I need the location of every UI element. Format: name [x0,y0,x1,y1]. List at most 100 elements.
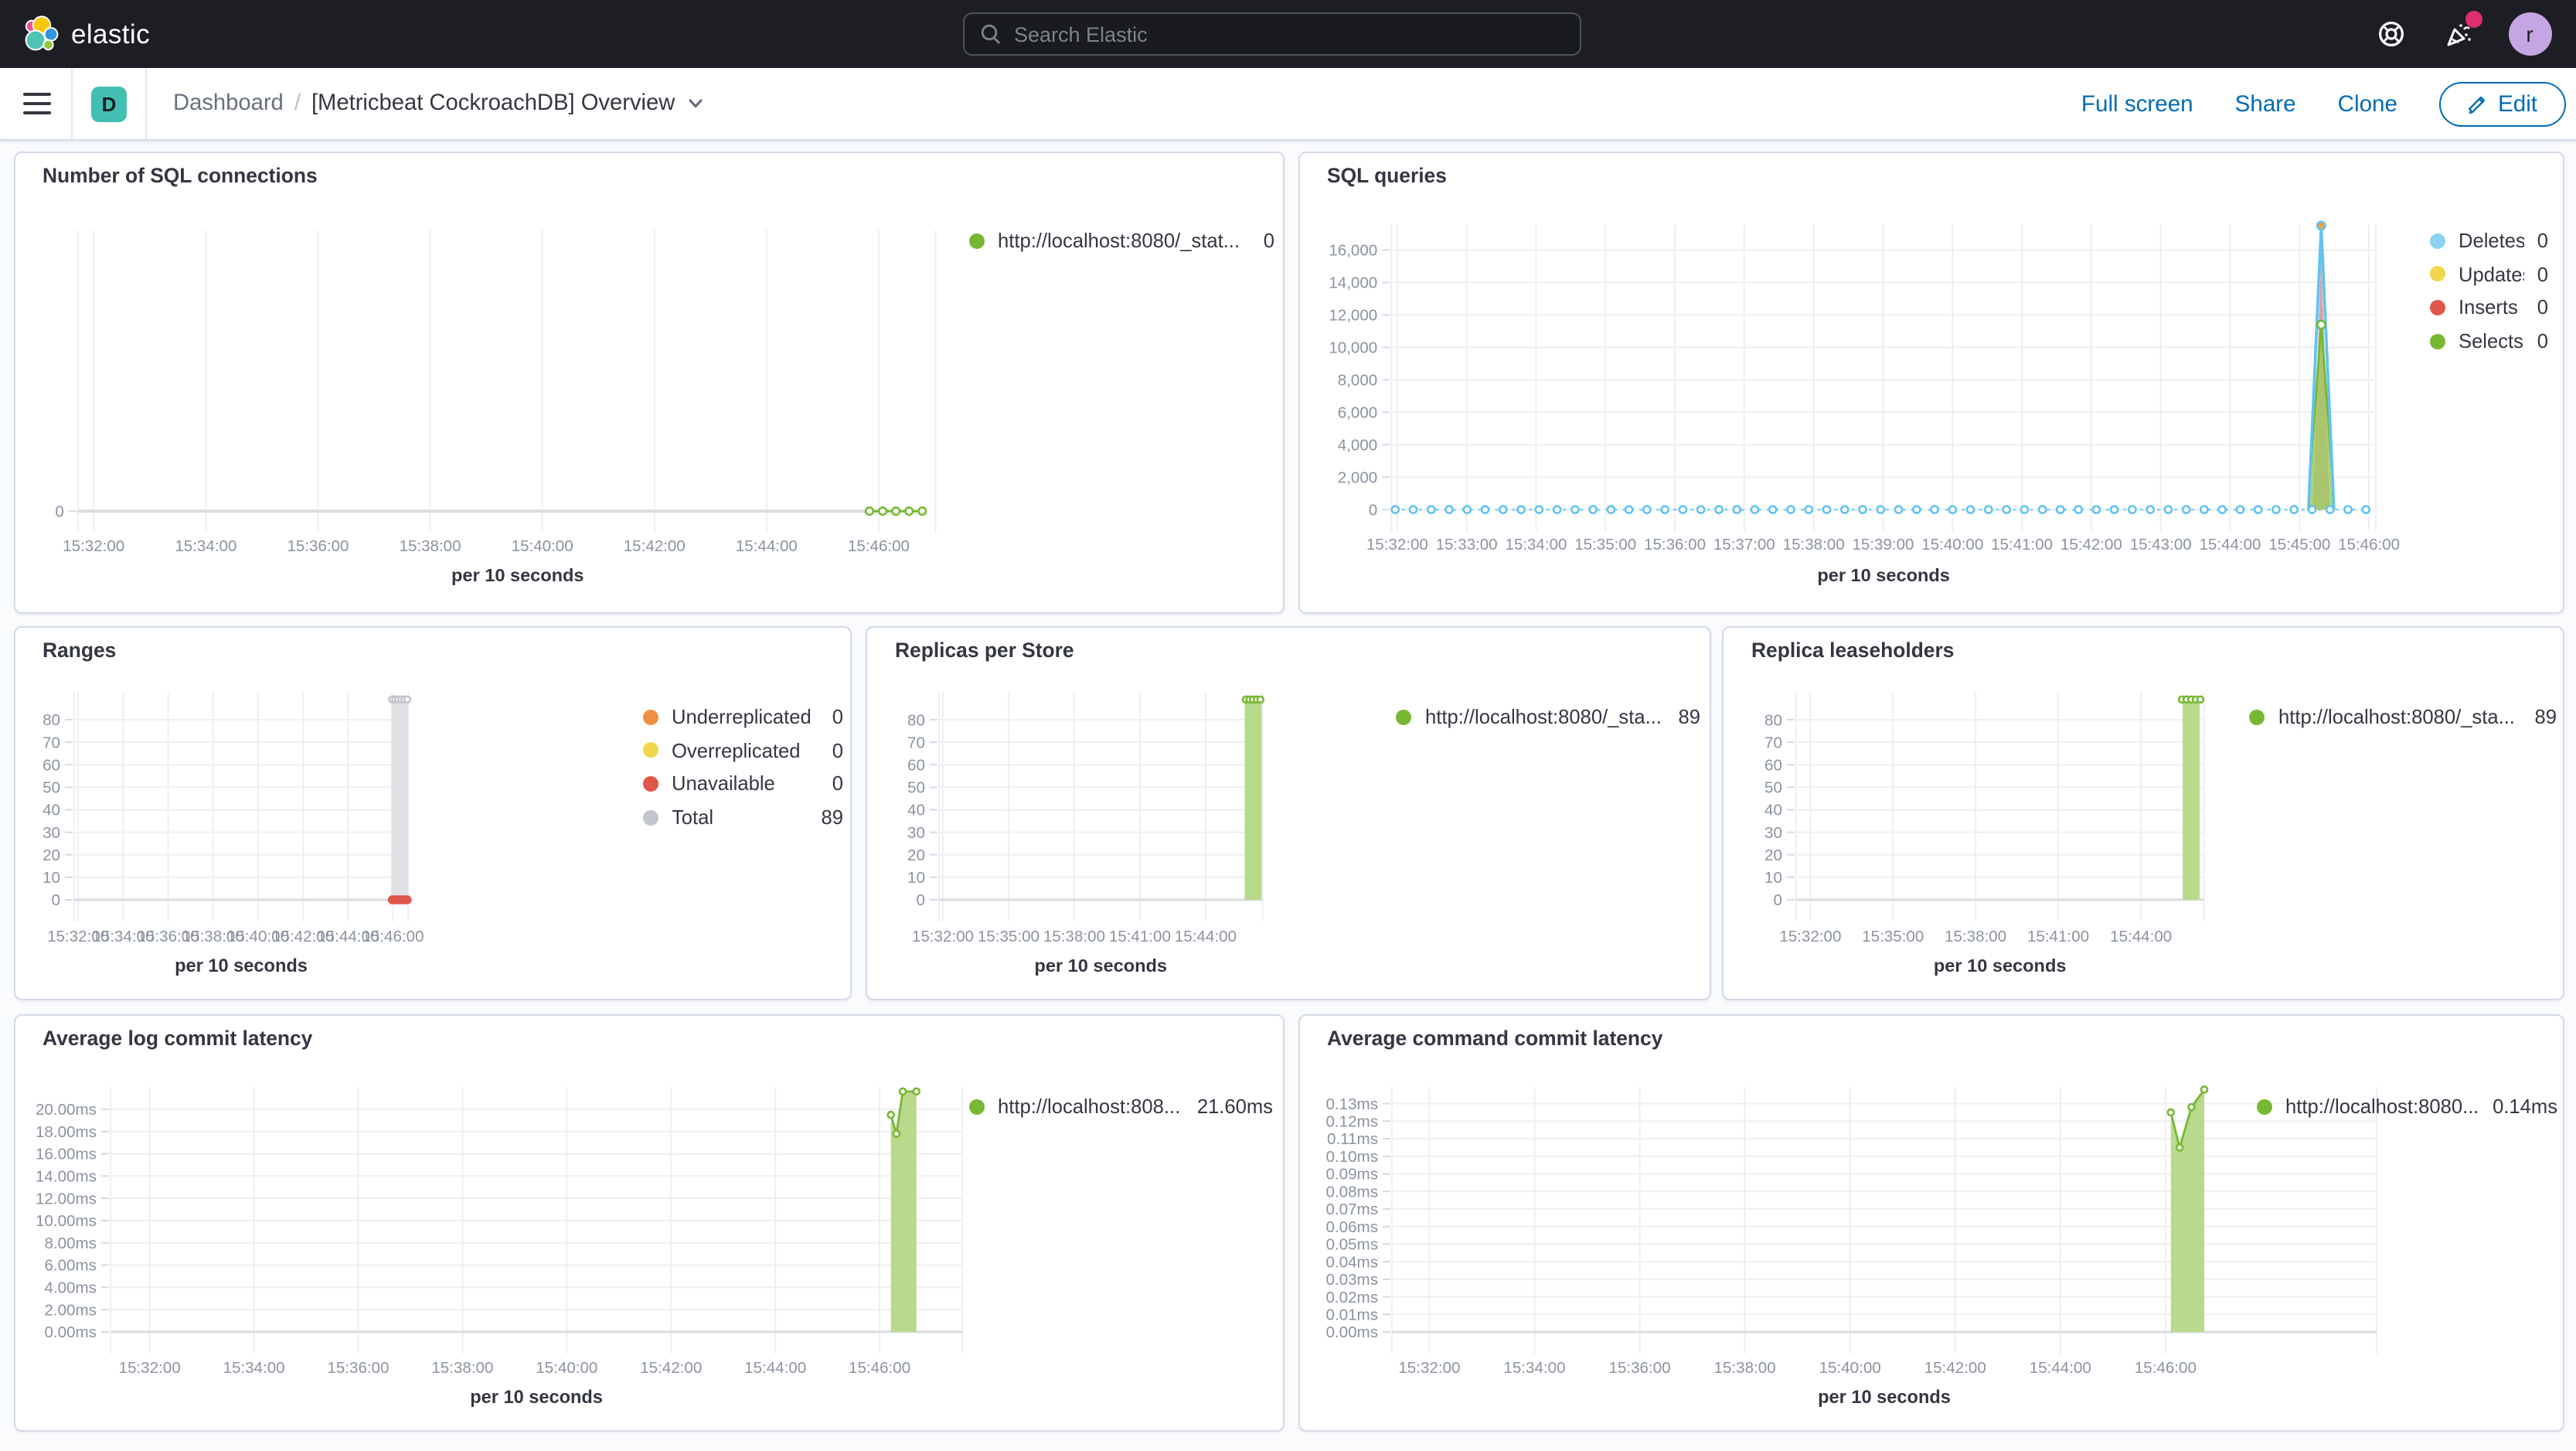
legend-item[interactable]: Unavailable 0 [642,767,843,800]
svg-text:15:40:00: 15:40:00 [535,1359,597,1377]
chart-legend: http://localhost:8080/_sta... 89 [2249,700,2557,734]
svg-text:15:36:00: 15:36:00 [326,1359,388,1377]
svg-text:15:41:00: 15:41:00 [2027,928,2089,945]
legend-item[interactable]: http://localhost:8080/_sta... 89 [2249,700,2557,734]
svg-text:15:39:00: 15:39:00 [1851,536,1913,553]
svg-text:0.10ms: 0.10ms [1325,1148,1377,1166]
legend-item[interactable]: http://localhost:8080... 0.14ms [2256,1090,2557,1123]
legend-label: http://localhost:808... [998,1095,1181,1119]
svg-text:15:37:00: 15:37:00 [1713,536,1775,553]
space-badge[interactable]: D [91,86,127,121]
svg-text:10: 10 [1764,869,1782,887]
life-ring-icon [2378,22,2403,46]
legend-value: 0 [832,771,843,795]
svg-text:20: 20 [42,846,60,864]
full-screen-button[interactable]: Full screen [2081,92,2193,117]
legend-item[interactable]: Deletes 0 [2429,224,2548,257]
svg-text:0.13ms: 0.13ms [1325,1095,1377,1113]
svg-text:15:42:00: 15:42:00 [1924,1359,1986,1377]
edit-button[interactable]: Edit [2439,82,2565,127]
chart-legend: Deletes 0 Updates 0 Inserts 0 Selects 0 [2429,224,2548,358]
legend-item[interactable]: Total 89 [642,801,843,834]
chevron-down-icon[interactable] [686,94,704,113]
svg-text:15:44:00: 15:44:00 [2029,1359,2091,1377]
svg-text:50: 50 [907,779,925,797]
user-avatar[interactable]: r [2508,12,2551,56]
svg-text:15:38:00: 15:38:00 [1782,536,1844,553]
newsfeed-button[interactable] [2440,11,2482,53]
legend-value: 21.60ms [1196,1095,1273,1119]
panel-avg-command-commit-latency: Average command commit latency 0.00ms 0.0… [1298,1014,2564,1432]
svg-text:15:43:00: 15:43:00 [2129,536,2191,553]
elastic-logo-icon [25,15,59,51]
chart-legend: http://localhost:808... 21.60ms [968,1090,1273,1123]
svg-text:0.06ms: 0.06ms [1325,1218,1377,1236]
svg-text:15:34:00: 15:34:00 [174,537,236,555]
svg-text:60: 60 [907,756,925,774]
svg-text:15:40:00: 15:40:00 [1921,536,1982,553]
svg-text:6.00ms: 6.00ms [43,1257,95,1275]
chart-canvas: 0 2,000 4,000 6,000 8,000 10,000 12,000 14,000 1… [1328,220,2399,585]
legend-value: 0 [832,738,843,762]
legend-item[interactable]: Inserts 0 [2429,291,2548,324]
legend-value: 0 [2537,262,2548,286]
legend-item[interactable]: Selects 0 [2429,325,2548,358]
svg-text:15:38:00: 15:38:00 [430,1359,492,1377]
legend-color-dot [968,1098,984,1115]
svg-text:0.00ms: 0.00ms [1325,1323,1377,1341]
svg-text:0.12ms: 0.12ms [1325,1113,1377,1131]
svg-text:15:38:00: 15:38:00 [1945,928,2006,945]
legend-color-dot [968,233,984,249]
svg-text:15:46:00: 15:46:00 [848,1359,910,1377]
chart-canvas: 0.00ms 2.00ms 4.00ms 6.00ms 8.00ms 10.00ms 12.… [35,1087,963,1407]
breadcrumb-dashboard[interactable]: Dashboard [173,91,284,116]
svg-text:15:36:00: 15:36:00 [1608,1359,1669,1377]
legend-label: Overreplicated [672,738,801,762]
svg-text:15:34:00: 15:34:00 [1502,1359,1564,1377]
notification-dot [2465,11,2482,28]
search-icon [981,24,1001,44]
clone-button[interactable]: Clone [2338,92,2397,117]
svg-text:0.08ms: 0.08ms [1325,1183,1377,1201]
help-button[interactable] [2372,15,2409,53]
legend-value: 0 [1263,229,1274,253]
svg-text:10.00ms: 10.00ms [35,1212,96,1230]
legend-color-dot [2429,333,2445,349]
svg-text:15:42:00: 15:42:00 [623,537,685,555]
svg-text:0.00ms: 0.00ms [43,1323,95,1341]
svg-text:80: 80 [42,711,60,729]
kibana-dashboard: elastic Search Elastic r D Dashboard / [… [0,0,2576,1451]
legend-item[interactable]: http://localhost:808... 21.60ms [968,1090,1273,1123]
global-search-input[interactable]: Search Elastic [963,12,1581,56]
legend-item[interactable]: Updates 0 [2429,257,2548,291]
svg-text:15:42:00: 15:42:00 [639,1359,701,1377]
elastic-logo[interactable]: elastic [22,15,150,53]
legend-value: 0 [2537,329,2548,353]
svg-text:15:35:00: 15:35:00 [1574,536,1635,553]
divider [71,68,73,139]
svg-text:per 10 seconds: per 10 seconds [469,1387,602,1407]
panel-title: Replicas per Store [895,639,1074,662]
legend-label: Updates [2459,262,2525,286]
chart-legend: http://localhost:8080... 0.14ms [2256,1090,2557,1123]
svg-text:per 10 seconds: per 10 seconds [1816,565,1948,585]
svg-text:10,000: 10,000 [1328,339,1376,357]
legend-color-dot [2429,266,2445,282]
svg-text:60: 60 [42,756,60,774]
panel-title: SQL queries [1327,164,1447,187]
legend-item[interactable]: http://localhost:8080/_sta... 89 [1396,700,1700,734]
legend-item[interactable]: Underreplicated 0 [642,700,843,734]
legend-item[interactable]: http://localhost:8080/_stat... 0 [968,224,1274,257]
svg-text:15:32:00: 15:32:00 [118,1359,180,1377]
chart-canvas: 0.00ms0.01ms0.02ms0.03ms0.04ms0.05ms0.06… [1325,1085,2377,1408]
svg-text:60: 60 [1764,756,1782,774]
legend-item[interactable]: Overreplicated 0 [642,734,843,767]
svg-text:0.02ms: 0.02ms [1325,1289,1377,1306]
search-placeholder: Search Elastic [1014,22,1148,46]
svg-text:15:32:00: 15:32:00 [1397,1359,1459,1377]
svg-text:12.00ms: 12.00ms [35,1190,96,1207]
legend-label: Deletes [2459,229,2525,253]
share-button[interactable]: Share [2235,92,2296,117]
svg-text:20: 20 [907,846,925,864]
menu-button[interactable] [23,92,51,115]
